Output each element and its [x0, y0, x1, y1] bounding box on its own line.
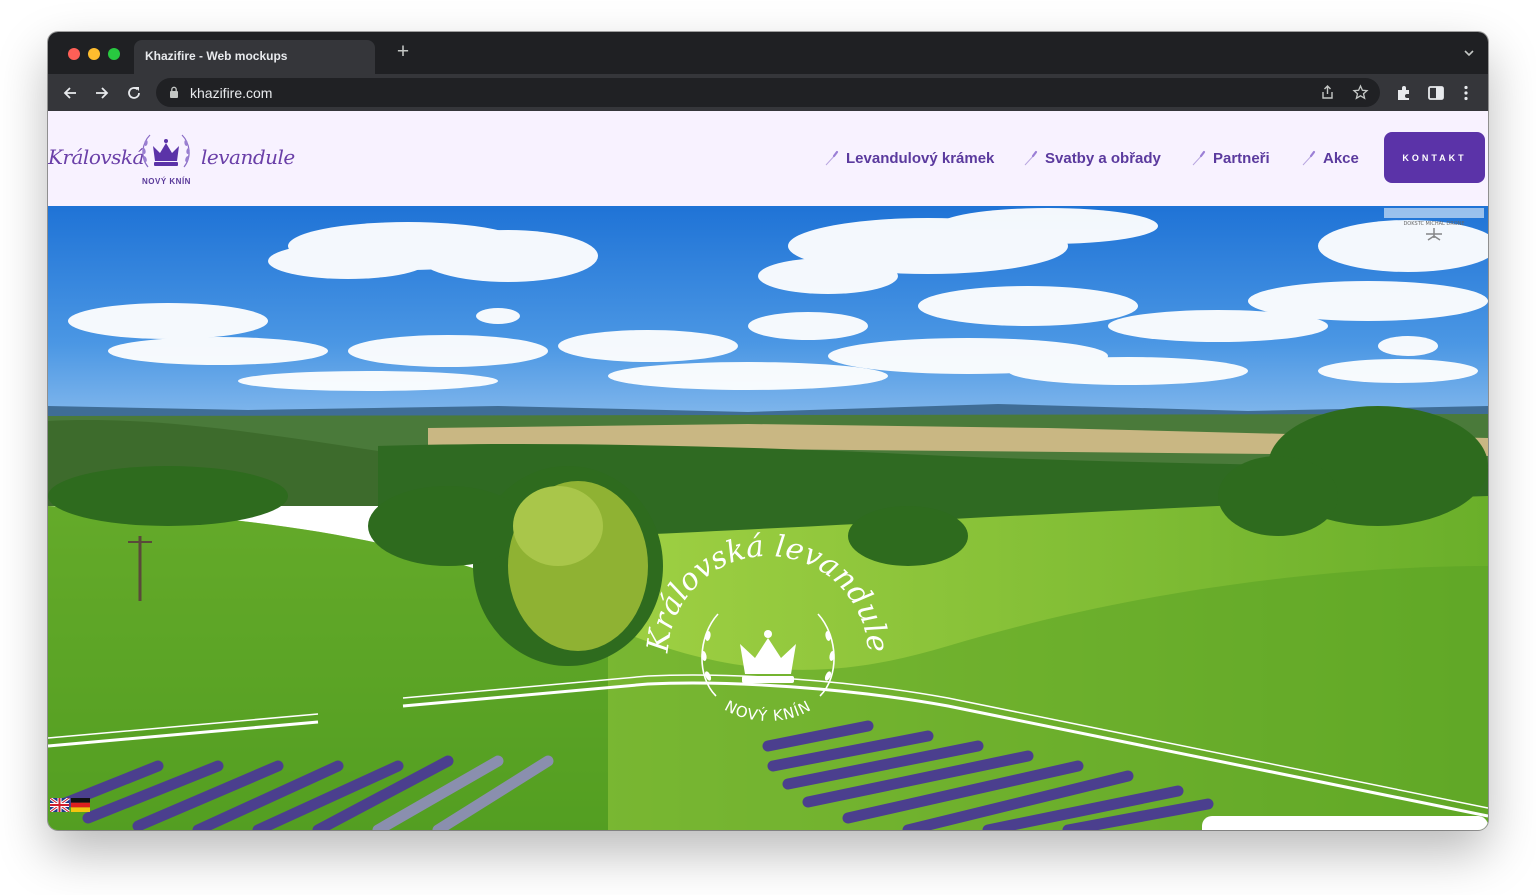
uk-flag-icon: [50, 798, 70, 812]
address-bar[interactable]: khazifire.com: [156, 78, 1380, 107]
nav-label: Akce: [1323, 149, 1359, 167]
share-icon[interactable]: [1319, 84, 1336, 101]
nav-item-svatby-a-obrady[interactable]: Svatby a obřady: [1023, 148, 1161, 168]
star-icon[interactable]: [1352, 84, 1369, 101]
logo-word-kralovska: Královská: [48, 145, 144, 169]
nav-item-partneri[interactable]: Partneři: [1191, 148, 1270, 168]
back-arrow-icon[interactable]: [60, 83, 80, 103]
svg-text:NOVÝ KNÍN: NOVÝ KNÍN: [722, 697, 814, 725]
language-switcher[interactable]: [50, 798, 90, 812]
crown-wreath-icon: [142, 134, 190, 168]
nav-item-akce[interactable]: Akce: [1301, 148, 1359, 168]
lavender-sprig-icon: [1024, 150, 1038, 166]
reload-icon[interactable]: [124, 83, 144, 103]
lavender-sprig-icon: [1192, 150, 1206, 166]
maximize-window-button[interactable]: [108, 48, 120, 60]
tab-title: Khazifire - Web mockups: [145, 49, 288, 63]
extensions-icon[interactable]: [1394, 83, 1414, 103]
logo-word-levandule: levandule: [201, 145, 295, 169]
logo-subtitle: NOVÝ KNÍN: [142, 177, 191, 186]
german-flag-icon: [71, 798, 90, 812]
lock-icon[interactable]: [169, 86, 179, 98]
url-text[interactable]: khazifire.com: [190, 85, 272, 101]
menu-dots-icon[interactable]: [1456, 83, 1476, 103]
minimize-window-button[interactable]: [88, 48, 100, 60]
nav-label: Svatby a obřady: [1045, 149, 1161, 167]
close-window-button[interactable]: [68, 48, 80, 60]
nav-label: Partneři: [1213, 149, 1270, 167]
chat-panel-edge[interactable]: [1202, 816, 1488, 830]
tab-list-chevron-icon[interactable]: [1462, 46, 1476, 60]
lavender-sprig-icon: [1302, 150, 1316, 166]
site-header: Královská levandule NOVÝ KNÍN Levandulov…: [48, 111, 1488, 206]
site-logo[interactable]: Královská levandule NOVÝ KNÍN: [48, 129, 295, 191]
drone-watermark-logo: DOKSTC MICHAL DRONE: [1384, 208, 1484, 241]
new-tab-button[interactable]: +: [393, 41, 413, 62]
forward-arrow-icon[interactable]: [92, 83, 112, 103]
nav-label: Levandulový krámek: [846, 149, 995, 167]
contact-button[interactable]: KONTAKT: [1384, 132, 1485, 183]
browser-window: Khazifire - Web mockups + khazifire.com: [48, 32, 1488, 830]
hero-banner: DOKSTC MICHAL DRONE Královská levandule: [48, 206, 1488, 830]
browser-toolbar: khazifire.com: [48, 74, 1488, 111]
lavender-sprig-icon: [825, 150, 839, 166]
active-tab[interactable]: Khazifire - Web mockups: [134, 40, 375, 74]
nav-item-levandulovy-kramek[interactable]: Levandulový krámek: [824, 148, 994, 168]
hero-emblem: Královská levandule NOVÝ KNÍN: [641, 529, 896, 725]
landscape-image: [48, 206, 1488, 830]
tab-strip: Khazifire - Web mockups +: [48, 32, 1488, 74]
sidepanel-icon[interactable]: [1426, 83, 1446, 103]
svg-text:DOKSTC MICHAL DRONE: DOKSTC MICHAL DRONE: [1403, 221, 1464, 227]
